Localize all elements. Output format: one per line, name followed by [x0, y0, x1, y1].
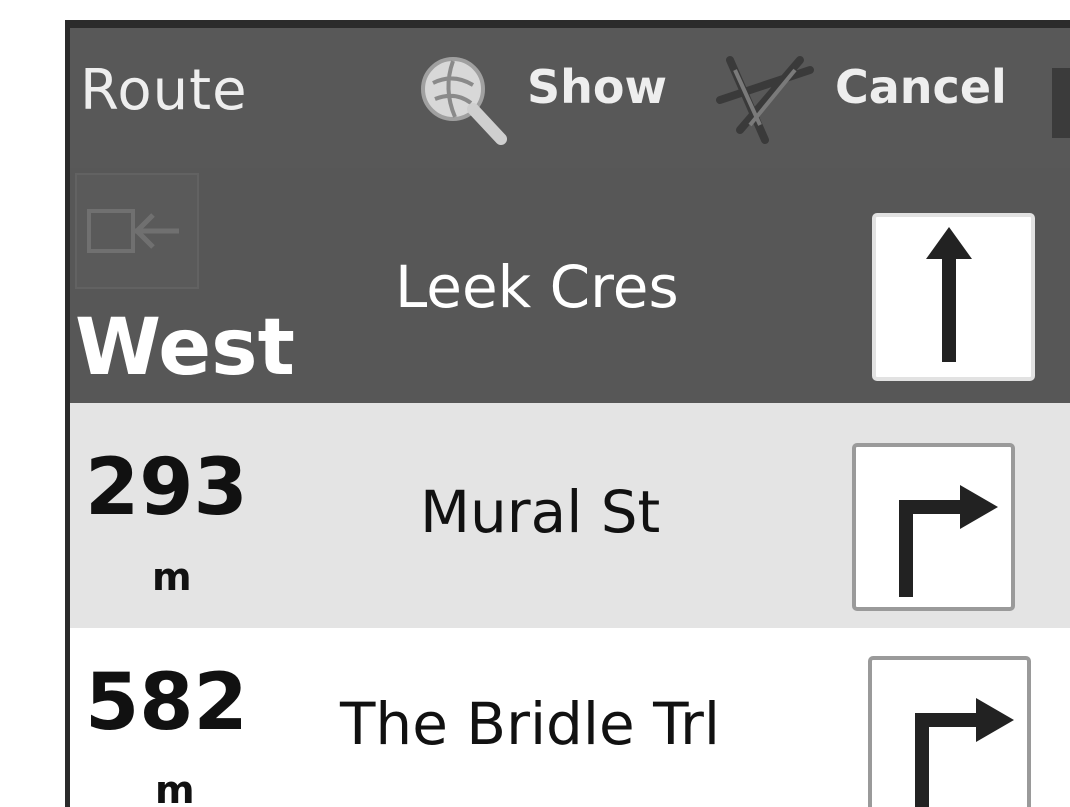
current-street: Leek Cres	[395, 253, 679, 321]
cancel-label: Cancel	[835, 60, 1007, 114]
cancel-button[interactable]: Cancel	[705, 28, 1025, 168]
toolbar: Route Show Cancel	[70, 28, 1070, 168]
show-label: Show	[527, 60, 667, 114]
list-item[interactable]: 293 m Mural St	[70, 403, 1070, 628]
toolbar-overflow-button[interactable]	[1052, 68, 1070, 138]
route-screen: Route Show Cancel West Leek Cres 293 m M…	[65, 20, 1070, 807]
current-maneuver	[872, 213, 1035, 381]
current-instruction: West Leek Cres	[70, 168, 1070, 403]
street-name: The Bridle Trl	[340, 690, 720, 758]
show-button[interactable]: Show	[405, 28, 667, 168]
street-name: Mural St	[420, 478, 661, 546]
distance-value: 293	[85, 443, 248, 533]
heading-direction: West	[75, 303, 295, 393]
distance-unit: m	[155, 768, 195, 807]
distance-value: 582	[85, 658, 248, 748]
distance-unit: m	[152, 555, 192, 599]
maneuver-box	[852, 443, 1015, 611]
back-button[interactable]	[75, 173, 199, 289]
maneuver-box	[868, 656, 1031, 807]
screen-title: Route	[80, 58, 248, 123]
list-item[interactable]: 582 m The Bridle Trl	[70, 628, 1070, 807]
